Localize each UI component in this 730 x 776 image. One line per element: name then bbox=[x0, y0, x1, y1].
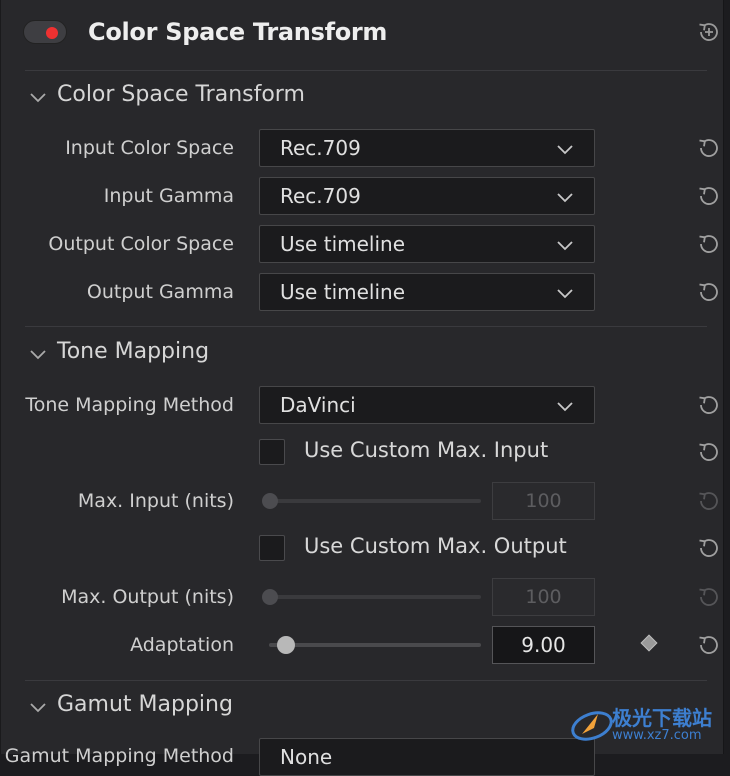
reset-input-color-space-button[interactable] bbox=[695, 134, 723, 162]
reset-icon bbox=[699, 636, 718, 654]
reset-icon bbox=[699, 235, 718, 253]
dropdown-value: Use timeline bbox=[280, 232, 405, 256]
chevron-down-icon bbox=[557, 145, 573, 155]
reset-icon bbox=[699, 187, 718, 205]
max-output-slider-track[interactable] bbox=[269, 595, 481, 599]
section-title: Gamut Mapping bbox=[57, 692, 233, 717]
reset-tone-mapping-method-button[interactable] bbox=[695, 391, 723, 419]
tone-mapping-method-dropdown[interactable]: DaVinci bbox=[259, 386, 595, 424]
use-custom-max-output-label[interactable]: Use Custom Max. Output bbox=[304, 534, 567, 558]
output-color-space-dropdown[interactable]: Use timeline bbox=[259, 225, 595, 263]
panel-title: Color Space Transform bbox=[88, 18, 388, 46]
reset-icon bbox=[699, 396, 718, 414]
input-color-space-label: Input Color Space bbox=[65, 137, 234, 159]
reset-plus-icon bbox=[699, 23, 718, 41]
section-title: Color Space Transform bbox=[57, 82, 305, 107]
dropdown-value: Use timeline bbox=[280, 280, 405, 304]
adaptation-value-field[interactable]: 9.00 bbox=[492, 626, 595, 664]
max-output-value-field[interactable]: 100 bbox=[492, 578, 595, 616]
section-divider bbox=[25, 70, 707, 71]
max-input-slider-knob[interactable] bbox=[262, 493, 278, 509]
chevron-down-icon bbox=[557, 402, 573, 412]
chevron-down-icon bbox=[557, 289, 573, 299]
gamut-mapping-method-dropdown[interactable]: None bbox=[259, 738, 595, 776]
chevron-down-icon bbox=[557, 193, 573, 203]
color-space-transform-panel: Color Space Transform Color Space Transf… bbox=[0, 0, 724, 776]
max-output-slider-knob[interactable] bbox=[262, 589, 278, 605]
enable-toggle[interactable] bbox=[23, 20, 67, 44]
input-gamma-label: Input Gamma bbox=[103, 185, 234, 207]
output-gamma-label: Output Gamma bbox=[86, 281, 234, 303]
use-custom-max-input-checkbox[interactable] bbox=[259, 439, 285, 465]
gamut-mapping-method-label: Gamut Mapping Method bbox=[4, 745, 234, 767]
reset-max-output-button[interactable] bbox=[695, 583, 723, 611]
use-custom-max-input-label[interactable]: Use Custom Max. Input bbox=[304, 438, 548, 462]
section-divider bbox=[25, 680, 707, 681]
input-color-space-dropdown[interactable]: Rec.709 bbox=[259, 129, 595, 167]
adaptation-label: Adaptation bbox=[130, 634, 234, 656]
reset-all-button[interactable] bbox=[695, 18, 723, 46]
dropdown-value: DaVinci bbox=[280, 393, 356, 417]
reset-icon bbox=[699, 283, 718, 301]
output-gamma-dropdown[interactable]: Use timeline bbox=[259, 273, 595, 311]
chevron-down-icon bbox=[30, 93, 46, 103]
chevron-down-icon bbox=[30, 703, 46, 713]
max-input-slider-track[interactable] bbox=[269, 499, 481, 503]
reset-output-gamma-button[interactable] bbox=[695, 278, 723, 306]
reset-output-color-space-button[interactable] bbox=[695, 230, 723, 258]
tone-mapping-method-label: Tone Mapping Method bbox=[25, 394, 234, 416]
reset-icon bbox=[699, 539, 718, 557]
reset-icon bbox=[699, 492, 718, 510]
adaptation-slider-track[interactable] bbox=[269, 643, 481, 647]
reset-icon bbox=[699, 588, 718, 606]
max-input-value-field[interactable]: 100 bbox=[492, 482, 595, 520]
section-title: Tone Mapping bbox=[57, 339, 210, 364]
reset-custom-max-input-button[interactable] bbox=[695, 438, 723, 466]
dropdown-value: None bbox=[280, 745, 333, 769]
use-custom-max-output-checkbox[interactable] bbox=[259, 535, 285, 561]
keyframe-diamond-icon[interactable] bbox=[640, 634, 658, 652]
max-output-nits-label: Max. Output (nits) bbox=[61, 586, 234, 608]
reset-adaptation-button[interactable] bbox=[695, 631, 723, 659]
reset-max-input-button[interactable] bbox=[695, 487, 723, 515]
watermark-text: 极光下载站 bbox=[612, 706, 712, 730]
toggle-indicator-dot bbox=[46, 27, 58, 39]
reset-icon bbox=[699, 139, 718, 157]
panel-header: Color Space Transform bbox=[1, 0, 723, 68]
reset-input-gamma-button[interactable] bbox=[695, 182, 723, 210]
dropdown-value: Rec.709 bbox=[280, 136, 361, 160]
max-input-nits-label: Max. Input (nits) bbox=[77, 490, 234, 512]
dropdown-value: Rec.709 bbox=[280, 184, 361, 208]
adaptation-slider-knob[interactable] bbox=[277, 636, 295, 654]
watermark-url: www.xz7.com bbox=[612, 728, 702, 743]
reset-icon bbox=[699, 443, 718, 461]
output-color-space-label: Output Color Space bbox=[48, 233, 234, 255]
reset-custom-max-output-button[interactable] bbox=[695, 534, 723, 562]
chevron-down-icon bbox=[30, 350, 46, 360]
section-divider bbox=[25, 326, 707, 327]
input-gamma-dropdown[interactable]: Rec.709 bbox=[259, 177, 595, 215]
chevron-down-icon bbox=[557, 241, 573, 251]
